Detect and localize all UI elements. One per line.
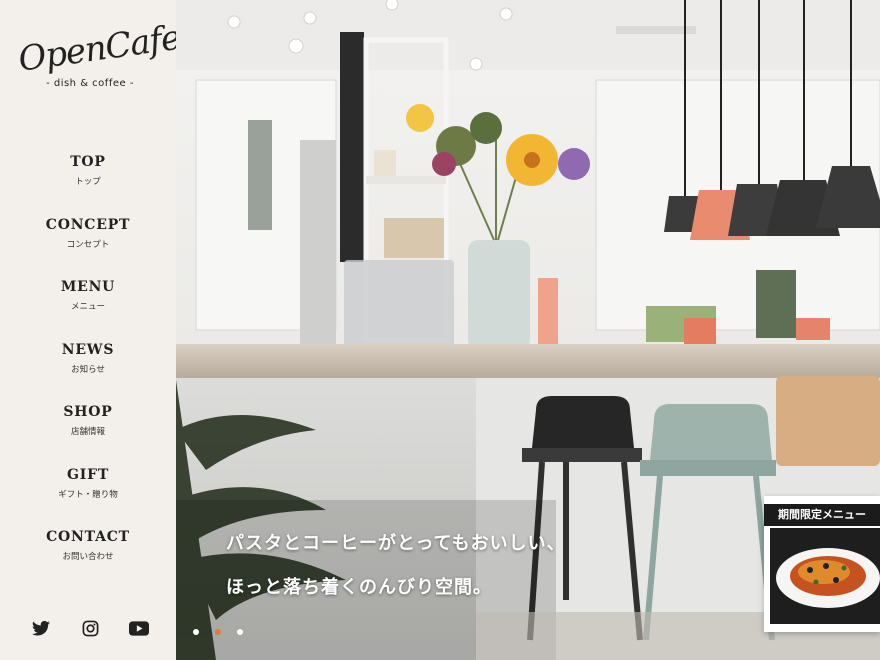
nav-label-en: TOP: [70, 154, 106, 170]
nav-label-en: NEWS: [61, 341, 115, 358]
slide-indicators: [193, 629, 243, 635]
pasta-image: [770, 528, 880, 624]
hero-tagline: パスタとコーヒーがとってもおいしい、 ほっと落ち着くのんびり空間。: [226, 528, 566, 616]
hero-slideshow: パスタとコーヒーがとってもおいしい、 ほっと落ち着くのんびり空間。 期間限定メニ…: [176, 0, 880, 660]
hero-tagline-line2: ほっと落ち着くのんびり空間。: [226, 577, 492, 598]
hero-tagline-line1: パスタとコーヒーがとってもおいしい、: [226, 533, 566, 554]
nav-item-contact[interactable]: CONTACT お問い合わせ: [0, 527, 176, 590]
slide-dot[interactable]: [193, 629, 199, 635]
page: OpenCafe - dish & coffee - TOP トップ CONCE…: [0, 0, 880, 660]
youtube-icon[interactable]: [128, 617, 150, 639]
nav-label-jp: ギフト・贈り物: [58, 489, 118, 500]
nav-item-gift[interactable]: GIFT ギフト・贈り物: [0, 465, 176, 528]
nav-label-en: CONTACT: [46, 529, 130, 545]
nav-label-jp: お知らせ: [71, 364, 105, 375]
logo-wordmark: OpenCafe: [15, 17, 183, 80]
nav-label-jp: トップ: [75, 177, 101, 187]
nav-label-jp: メニュー: [70, 302, 105, 312]
promo-label: 期間限定メニュー: [764, 504, 880, 526]
nav-item-menu[interactable]: MENU メニュー: [0, 277, 176, 340]
logo[interactable]: OpenCafe - dish & coffee -: [16, 18, 183, 89]
nav-item-shop[interactable]: SHOP 店舗情報: [0, 402, 176, 465]
nav-label-en: MENU: [60, 279, 116, 295]
slide-dot[interactable]: [237, 629, 243, 635]
nav-label-en: GIFT: [66, 466, 110, 483]
nav-label-en: CONCEPT: [45, 216, 131, 233]
logo-subtitle: - dish & coffee -: [46, 78, 134, 89]
nav-label-jp: お問い合わせ: [62, 552, 114, 562]
instagram-icon[interactable]: [79, 617, 101, 639]
social-links: [30, 617, 150, 639]
main-nav: TOP トップ CONCEPT コンセプト MENU メニュー NEWS お知ら…: [0, 152, 176, 590]
nav-item-top[interactable]: TOP トップ: [0, 152, 176, 215]
nav-label-jp: 店舗情報: [70, 427, 105, 437]
nav-label-jp: コンセプト: [66, 239, 110, 250]
nav-item-news[interactable]: NEWS お知らせ: [0, 340, 176, 403]
slide-dot-active[interactable]: [215, 629, 221, 635]
twitter-icon[interactable]: [30, 617, 52, 639]
promo-card[interactable]: 期間限定メニュー: [764, 496, 880, 632]
sidebar: OpenCafe - dish & coffee - TOP トップ CONCE…: [0, 0, 183, 660]
nav-label-en: SHOP: [63, 404, 113, 420]
nav-item-concept[interactable]: CONCEPT コンセプト: [0, 215, 176, 278]
